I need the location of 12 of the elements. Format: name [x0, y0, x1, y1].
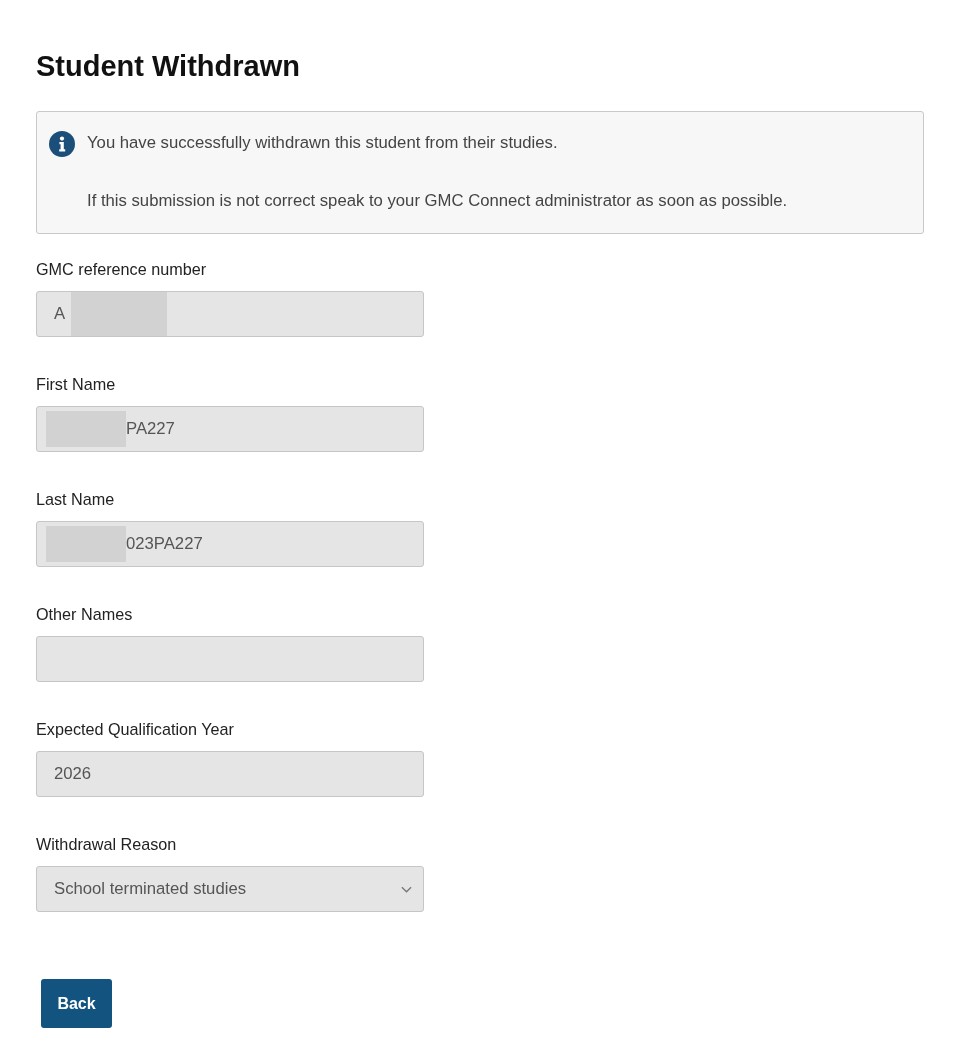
notice-message: You have successfully withdrawn this student from their studies.	[87, 132, 558, 154]
field-label: Withdrawal Reason	[36, 834, 177, 854]
page-title: Student Withdrawn	[36, 49, 300, 83]
field-label: Other Names	[36, 604, 133, 624]
chevron-down-icon	[401, 885, 412, 893]
field-label: Last Name	[36, 489, 115, 509]
field-label: Expected Qualification Year	[36, 719, 234, 739]
notice-message: If this submission is not correct speak to your GMC Connect administrator as soon as possible.	[87, 190, 788, 212]
field-label: First Name	[36, 374, 116, 394]
back-button[interactable]: Back	[41, 979, 112, 1028]
field-label: GMC reference number	[36, 259, 207, 279]
info-icon	[49, 131, 75, 157]
